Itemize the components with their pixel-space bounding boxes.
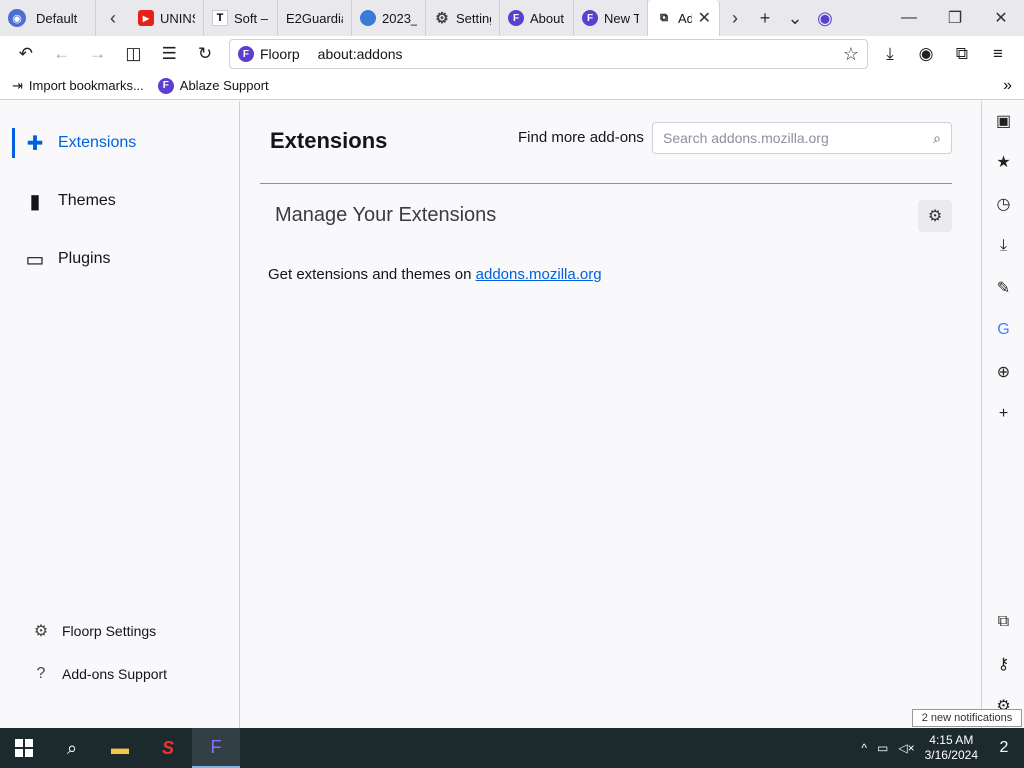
tab-addons[interactable]: ⧉ Add ✕ (648, 0, 720, 36)
s-app-icon[interactable]: S (144, 728, 192, 768)
gear-icon: ⚙ (33, 623, 49, 640)
tab-e2guardian[interactable]: E2Guardian (278, 0, 352, 36)
floorp-logo-icon: ◉ (8, 9, 26, 27)
search-icon[interactable]: ⌕ (48, 728, 96, 768)
identity-box[interactable]: F Floorp (237, 46, 312, 62)
right-sidebar: ▣ ★ ◷ ⤓ ✎ G ⊕ + ⧉ ⚷ ⚙ (981, 101, 1024, 728)
new-tab-icon[interactable]: + (750, 8, 780, 29)
floorp-icon: F (157, 77, 174, 94)
sidebar-toggle-icon[interactable]: ◫ (115, 38, 151, 70)
add-panel-icon[interactable]: + (982, 399, 1024, 429)
bookmark-star-icon[interactable]: ☆ (843, 44, 859, 65)
extensions-icon[interactable]: ⧉ (944, 38, 980, 70)
page-title: Extensions (270, 128, 388, 153)
restore-icon[interactable]: ❐ (932, 0, 978, 36)
floorp-icon: F (582, 10, 598, 26)
downloads-icon[interactable]: ⤓ (982, 231, 1024, 261)
plugin-icon: ▭ (25, 248, 45, 271)
file-explorer-icon[interactable]: ▬ (96, 728, 144, 768)
floorp-settings-link[interactable]: ⚙ Floorp Settings (32, 621, 156, 641)
translate-icon[interactable]: G (982, 315, 1024, 345)
gear-icon: ⚙ (435, 10, 449, 27)
app-menu-icon[interactable]: ≡ (980, 38, 1016, 70)
list-all-tabs-icon[interactable]: ⌄ (780, 8, 810, 29)
back-icon[interactable]: ← (44, 38, 80, 70)
addons-support-link[interactable]: ? Add-ons Support (32, 665, 168, 683)
floorp-icon: F (508, 10, 524, 26)
puzzle-icon: ✚ (26, 132, 44, 155)
network-icon[interactable]: ▭ (877, 741, 888, 755)
undo-close-tab-icon[interactable]: ↶ (8, 38, 44, 70)
amo-link[interactable]: addons.mozilla.org (476, 266, 602, 283)
search-box[interactable]: ⌕ (652, 122, 952, 154)
taskbar: ⌕ ▬ S F ^ ▭ ◁× 4:15 AM 3/16/2024 2 (0, 728, 1024, 768)
category-themes[interactable]: ▮ Themes (12, 186, 232, 216)
notes-pencil-icon[interactable]: ✎ (982, 273, 1024, 303)
category-extensions[interactable]: ✚ Extensions (12, 128, 232, 158)
tab-strip: ◉ Default ‹ ▶ UNINS T Soft – T E2Guardia… (0, 0, 1024, 36)
find-more-label: Find more add-ons (518, 129, 644, 146)
forward-icon[interactable]: → (80, 38, 116, 70)
paintbrush-icon: ▮ (29, 190, 41, 213)
notification-toast: 2 new notifications (912, 709, 1022, 727)
extensions-icon[interactable]: ⧉ (982, 607, 1024, 637)
briefcase-icon[interactable]: ▣ (982, 106, 1024, 136)
reload-icon[interactable]: ↻ (187, 38, 223, 70)
downloads-icon[interactable]: ⤓ (872, 38, 908, 70)
volume-muted-icon[interactable]: ◁× (898, 741, 914, 755)
youtube-icon: ▶ (138, 10, 154, 26)
floorp-icon: F (237, 46, 254, 62)
show-hidden-icons-icon[interactable]: ^ (861, 741, 867, 755)
site-icon (360, 10, 376, 26)
t-site-icon: T (212, 10, 228, 26)
clock[interactable]: 4:15 AM 3/16/2024 (925, 733, 978, 763)
help-icon: ? (36, 665, 46, 682)
account-icon[interactable]: ◉ (908, 38, 944, 70)
workspace-label: Default (36, 10, 78, 26)
notification-center-icon[interactable]: 2 (988, 728, 1020, 768)
globe-icon[interactable]: ⊕ (982, 357, 1024, 387)
minimize-icon[interactable]: — (886, 0, 932, 36)
windows-icon (15, 739, 33, 757)
tree-style-tab-icon[interactable]: ☰ (151, 38, 187, 70)
key-icon[interactable]: ⚷ (982, 649, 1024, 679)
scroll-tabs-right-icon[interactable]: › (720, 8, 750, 29)
gear-icon: ⚙ (927, 208, 943, 225)
search-input[interactable] (663, 130, 934, 146)
bookmarks-star-icon[interactable]: ★ (982, 147, 1024, 177)
get-extensions-text: Get extensions and themes on addons.mozi… (268, 266, 602, 283)
notification-count: 2 (999, 739, 1009, 756)
close-window-icon[interactable]: ✕ (978, 0, 1024, 36)
tab-settings[interactable]: ⚙ Setting (426, 0, 500, 36)
close-tab-icon[interactable]: ✕ (698, 8, 711, 28)
start-button[interactable] (0, 728, 48, 768)
manage-heading: Manage Your Extensions (275, 204, 497, 226)
navigation-toolbar: ↶ ← → ◫ ☰ ↻ F Floorp about:addons ☆ ⤓ ◉ … (0, 36, 1024, 72)
floorp-menu-icon[interactable]: ◉ (810, 8, 840, 29)
scroll-tabs-left-icon[interactable]: ‹ (96, 0, 130, 36)
chevron-more-icon[interactable]: » (1003, 77, 1012, 95)
bookmarks-toolbar: ⇥ Import bookmarks... F Ablaze Support » (0, 72, 1024, 100)
url-text[interactable]: about:addons (318, 46, 837, 62)
tab-about[interactable]: F About (500, 0, 574, 36)
tab-new-tab[interactable]: F New Ta (574, 0, 648, 36)
tab-soft[interactable]: T Soft – T (204, 0, 278, 36)
search-icon: ⌕ (933, 129, 941, 146)
history-icon[interactable]: ◷ (982, 189, 1024, 219)
categories-sidebar: ✚ Extensions ▮ Themes ▭ Plugins ⚙ Floorp… (0, 101, 240, 728)
bookmark-import[interactable]: ⇥ Import bookmarks... (12, 78, 144, 94)
tools-gear-button[interactable]: ⚙ (918, 200, 952, 232)
floorp-taskbar-icon[interactable]: F (192, 728, 240, 768)
category-plugins[interactable]: ▭ Plugins (12, 244, 232, 274)
workspace-button[interactable]: ◉ Default (0, 0, 96, 36)
import-icon: ⇥ (12, 77, 23, 93)
tab-2023[interactable]: 2023_S (352, 0, 426, 36)
bookmark-ablaze-support[interactable]: F Ablaze Support (157, 77, 269, 94)
main-content: Extensions Find more add-ons ⌕ Manage Yo… (241, 101, 981, 728)
url-bar[interactable]: F Floorp about:addons ☆ (228, 39, 868, 69)
puzzle-icon: ⧉ (660, 11, 668, 24)
divider (260, 183, 952, 184)
tab-unins[interactable]: ▶ UNINS (130, 0, 204, 36)
